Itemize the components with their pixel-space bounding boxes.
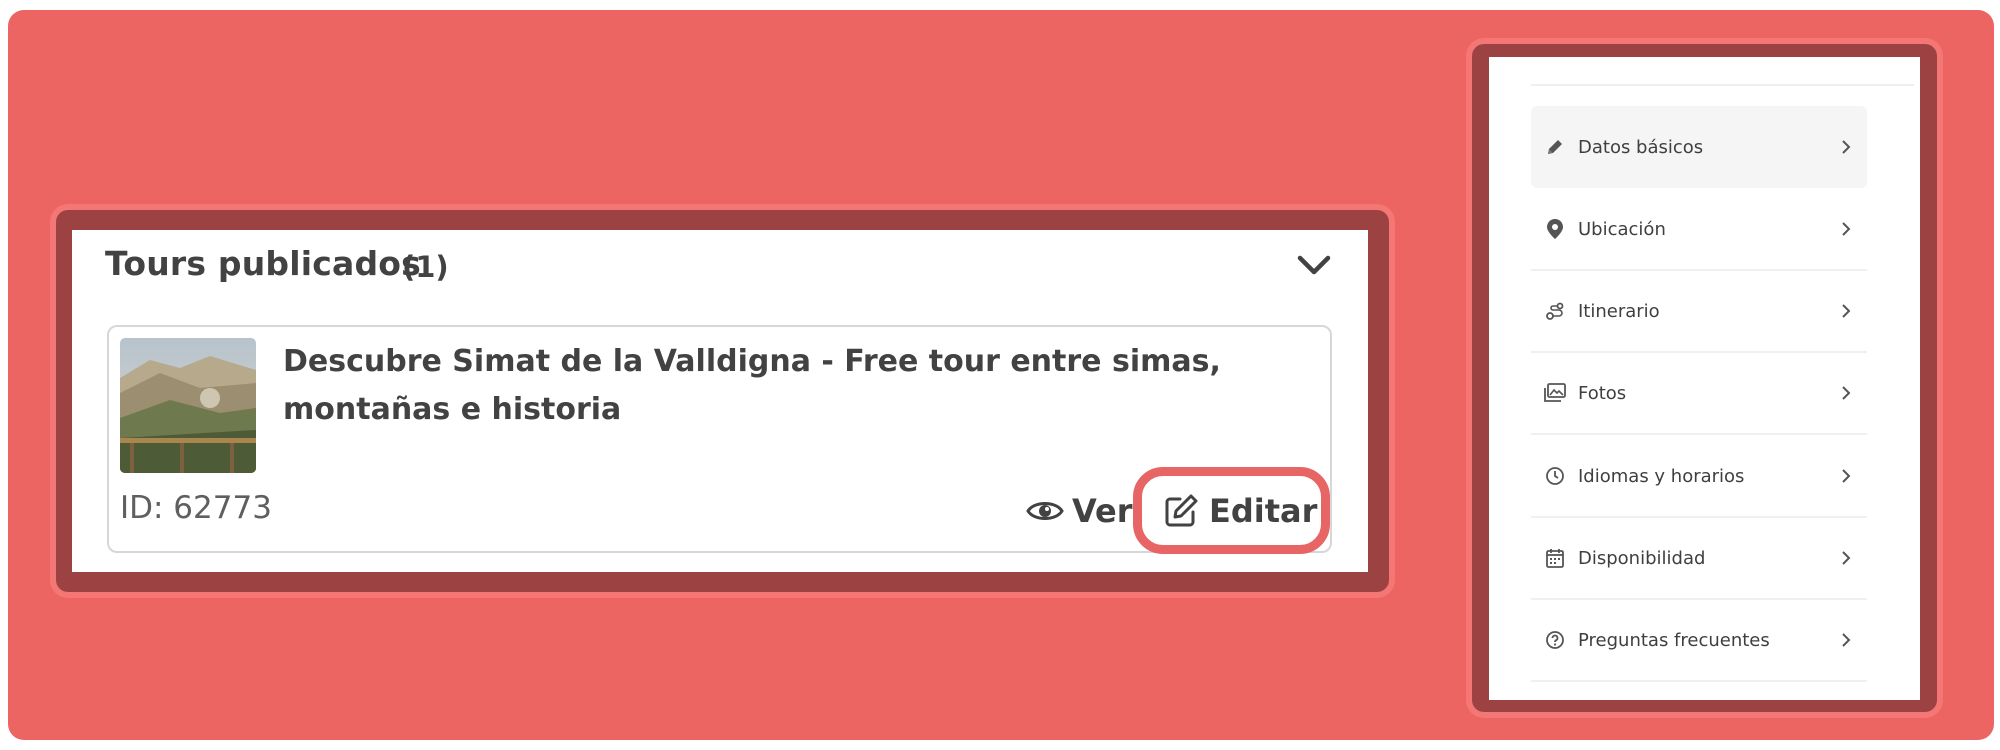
question-circle-icon xyxy=(1544,629,1566,651)
section-title: Tours publicados xyxy=(105,244,422,283)
menu-item-preguntas-frecuentes[interactable]: Preguntas frecuentes xyxy=(1531,600,1867,682)
chevron-right-icon xyxy=(1842,386,1851,400)
tour-title-link[interactable]: Descubre Simat de la Valldigna - Free to… xyxy=(283,338,1313,434)
clock-icon xyxy=(1544,465,1566,487)
tour-id: ID: 62773 xyxy=(120,490,272,526)
view-button[interactable]: Ver xyxy=(1026,490,1133,532)
menu-item-idiomas-horarios[interactable]: Idiomas y horarios xyxy=(1531,436,1867,518)
divider xyxy=(1531,84,1914,86)
menu-item-datos-basicos[interactable]: Datos básicos xyxy=(1531,106,1867,188)
menu-item-ubicacion[interactable]: Ubicación xyxy=(1531,189,1867,271)
menu-item-label: Itinerario xyxy=(1578,300,1660,322)
menu-item-label: Fotos xyxy=(1578,382,1627,404)
menu-item-itinerario[interactable]: Itinerario xyxy=(1531,271,1867,353)
menu-item-label: Ubicación xyxy=(1578,218,1666,240)
menu-item-label: Preguntas frecuentes xyxy=(1578,629,1770,651)
pencil-icon xyxy=(1544,136,1566,158)
eye-icon xyxy=(1026,502,1064,520)
tour-thumbnail[interactable] xyxy=(120,338,256,473)
chevron-right-icon xyxy=(1842,304,1851,318)
route-icon xyxy=(1544,300,1566,322)
menu-item-disponibilidad[interactable]: Disponibilidad xyxy=(1531,518,1867,600)
view-label: Ver xyxy=(1072,492,1133,530)
menu-item-label: Idiomas y horarios xyxy=(1578,465,1745,487)
chevron-right-icon xyxy=(1842,633,1851,647)
edit-icon xyxy=(1165,494,1198,527)
edit-label: Editar xyxy=(1209,492,1318,530)
chevron-right-icon xyxy=(1842,551,1851,565)
menu-item-fotos[interactable]: Fotos xyxy=(1531,353,1867,435)
chevron-right-icon xyxy=(1842,222,1851,236)
chevron-right-icon xyxy=(1842,469,1851,483)
photos-icon xyxy=(1544,382,1566,404)
collapse-toggle-button[interactable] xyxy=(1296,250,1332,280)
menu-item-label: Datos básicos xyxy=(1578,136,1704,158)
tour-count: (1) xyxy=(402,250,449,284)
calendar-icon xyxy=(1544,547,1566,569)
edit-button[interactable]: Editar xyxy=(1163,489,1317,533)
chevron-right-icon xyxy=(1842,140,1851,154)
menu-item-label: Disponibilidad xyxy=(1578,547,1706,569)
location-pin-icon xyxy=(1544,218,1566,240)
chevron-down-icon xyxy=(1297,255,1331,275)
